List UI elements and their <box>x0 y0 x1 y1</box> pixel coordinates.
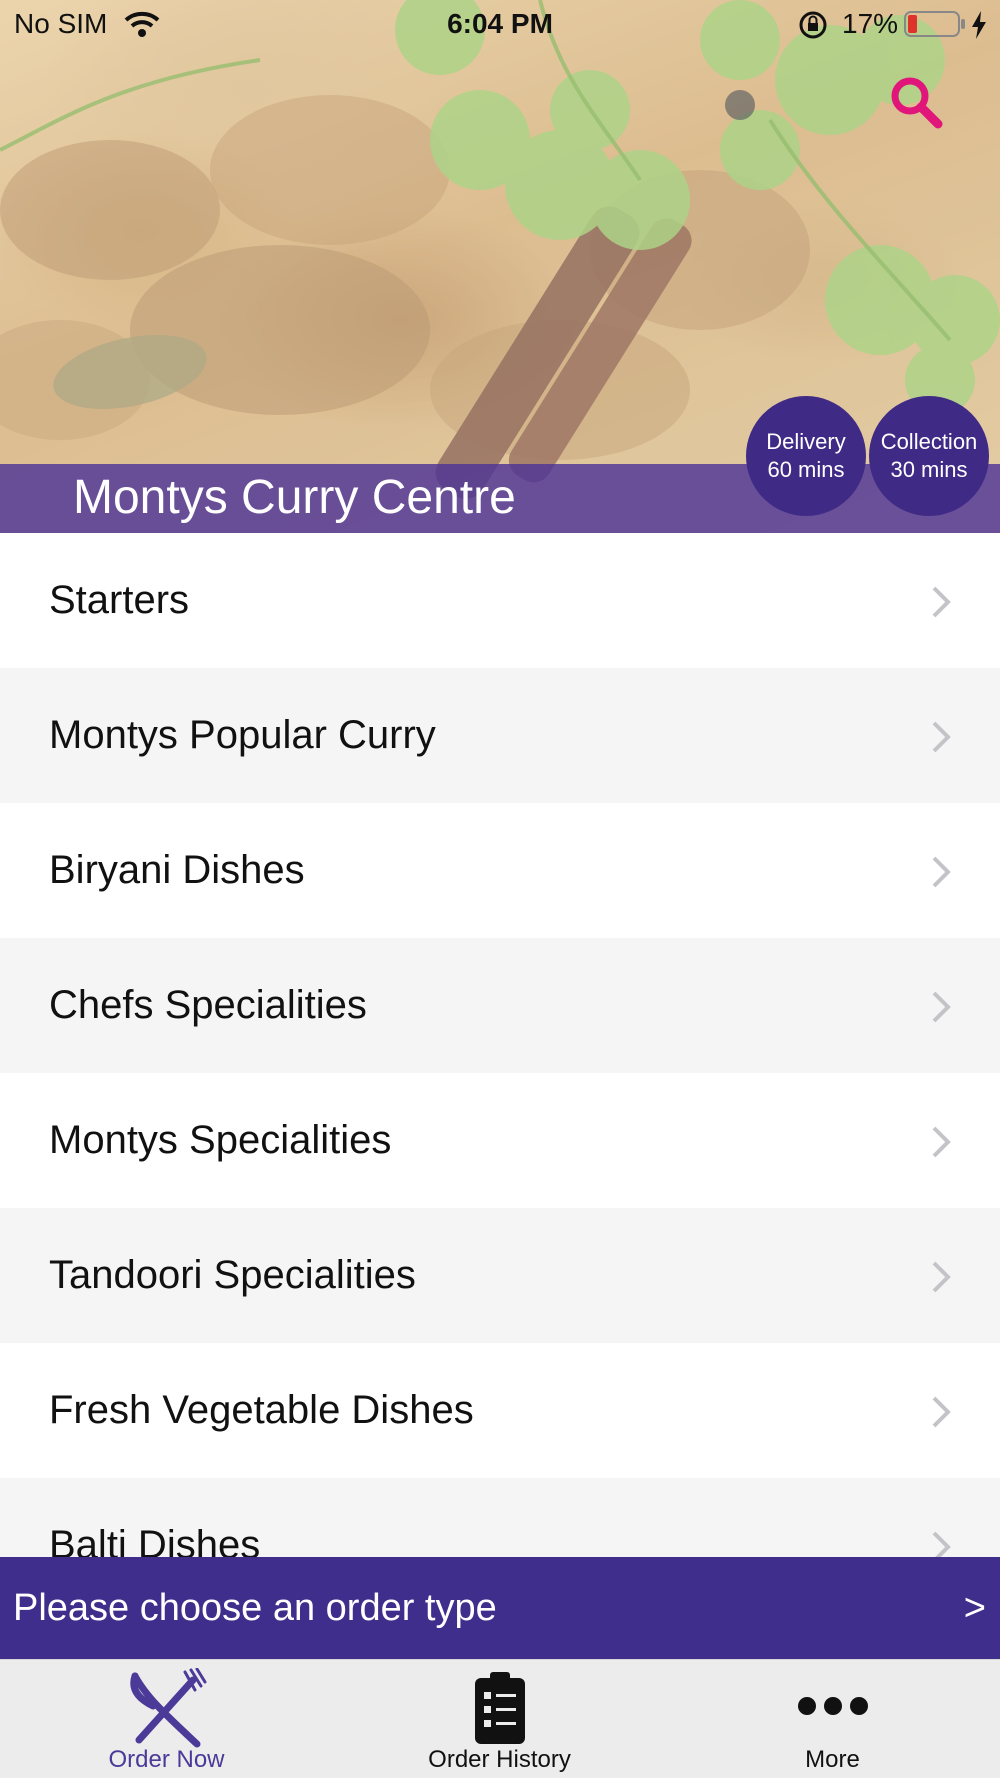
tab-order-now[interactable]: Order Now <box>0 1660 333 1778</box>
menu-category-label: Starters <box>49 578 190 622</box>
rotation-lock-icon <box>798 10 828 47</box>
chevron-right-icon <box>930 855 952 894</box>
order-type-arrow: > <box>963 1587 986 1629</box>
chevron-right-icon <box>930 585 952 624</box>
menu-category-balti-dishes[interactable]: Balti Dishes <box>0 1478 1000 1557</box>
tab-bar: Order Now Order History More <box>0 1659 1000 1778</box>
clipboard-list-icon <box>333 1668 666 1748</box>
status-bar: No SIM 6:04 PM 17% <box>0 0 1000 50</box>
delivery-label: Delivery <box>766 429 846 454</box>
chevron-right-icon <box>930 1260 952 1299</box>
delivery-time: 60 mins <box>767 457 845 482</box>
menu-category-label: Chefs Specialities <box>49 983 367 1027</box>
collection-time-badge: Collection 30 mins <box>869 396 989 516</box>
tab-order-history[interactable]: Order History <box>333 1660 666 1778</box>
battery-icon <box>904 11 966 44</box>
more-dots-icon <box>666 1668 999 1748</box>
collection-label: Collection <box>880 429 978 454</box>
battery-percentage: 17% <box>842 8 899 39</box>
fork-knife-icon <box>0 1668 333 1748</box>
menu-category-starters[interactable]: Starters <box>0 533 1000 668</box>
tab-label: More <box>805 1746 860 1773</box>
menu-category-label: Fresh Vegetable Dishes <box>49 1388 474 1432</box>
chevron-right-icon <box>930 1395 952 1434</box>
menu-category-label: Tandoori Specialities <box>49 1253 416 1297</box>
menu-category-montys-specialities[interactable]: Montys Specialities <box>0 1073 1000 1208</box>
chevron-right-icon <box>930 1530 952 1557</box>
menu-category-label: Balti Dishes <box>49 1523 261 1557</box>
order-type-button[interactable]: Please choose an order type > <box>0 1557 1000 1659</box>
chevron-right-icon <box>930 1125 952 1164</box>
hero-banner: No SIM 6:04 PM 17% Montys Curry Centre D… <box>0 0 1000 533</box>
order-type-label: Please choose an order type <box>13 1587 497 1629</box>
chevron-right-icon <box>930 990 952 1029</box>
search-icon[interactable] <box>888 74 944 135</box>
tab-more[interactable]: More <box>666 1660 999 1778</box>
charging-icon <box>970 10 988 47</box>
chevron-right-icon <box>930 720 952 759</box>
menu-category-list: Starters Montys Popular Curry Biryani Di… <box>0 533 1000 1557</box>
menu-category-label: Montys Specialities <box>49 1118 392 1162</box>
delivery-time-badge: Delivery 60 mins <box>746 396 866 516</box>
menu-category-tandoori-specialities[interactable]: Tandoori Specialities <box>0 1208 1000 1343</box>
restaurant-name: Montys Curry Centre <box>73 471 516 524</box>
menu-category-chefs-specialities[interactable]: Chefs Specialities <box>0 938 1000 1073</box>
menu-category-biryani-dishes[interactable]: Biryani Dishes <box>0 803 1000 938</box>
menu-category-label: Montys Popular Curry <box>49 713 436 757</box>
collection-time: 30 mins <box>890 457 968 482</box>
menu-category-montys-popular-curry[interactable]: Montys Popular Curry <box>0 668 1000 803</box>
tab-label: Order Now <box>108 1746 225 1773</box>
menu-category-label: Biryani Dishes <box>49 848 305 892</box>
tab-label: Order History <box>428 1746 571 1773</box>
menu-category-fresh-vegetable-dishes[interactable]: Fresh Vegetable Dishes <box>0 1343 1000 1478</box>
